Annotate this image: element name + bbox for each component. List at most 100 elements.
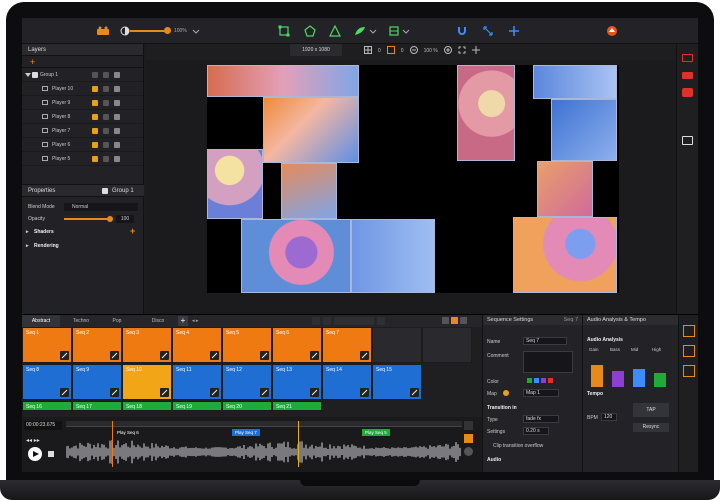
fullscreen-icon[interactable] — [458, 46, 466, 56]
chevron-down-icon[interactable] — [192, 24, 200, 38]
settings-input[interactable]: 0.20 s — [523, 427, 549, 435]
loop-controls[interactable]: ◂◂ ▸▸ — [26, 437, 40, 444]
edit-icon[interactable] — [310, 351, 319, 360]
audio-waveform[interactable] — [66, 439, 462, 465]
lock-icon[interactable] — [103, 86, 109, 92]
eye-icon[interactable] — [114, 100, 120, 106]
grid-large-icon[interactable] — [460, 317, 467, 324]
zoom-timeline-icon[interactable] — [464, 447, 473, 456]
tab-scroll-arrows[interactable]: ◂ ▸ — [192, 318, 198, 324]
projection-tile[interactable] — [241, 219, 351, 293]
tempo-section[interactable]: Tempo — [587, 391, 603, 397]
layer-row[interactable]: Player 8 — [22, 110, 143, 124]
media-icon[interactable] — [92, 156, 98, 162]
rendering-row[interactable]: ▸ Rendering — [22, 239, 144, 253]
play-button[interactable] — [28, 447, 42, 461]
eye-icon[interactable] — [114, 128, 120, 134]
add-icon[interactable] — [508, 24, 520, 38]
name-input[interactable]: Seq 7 — [523, 337, 567, 345]
marker-tool-icon[interactable] — [464, 434, 473, 443]
sequence-clip[interactable]: Seq 20 — [222, 401, 272, 411]
eye-icon[interactable] — [114, 86, 120, 92]
sequence-clip[interactable]: Seq 14 — [322, 364, 372, 400]
sequence-clip[interactable]: Seq 7 — [322, 327, 372, 363]
projection-tile[interactable] — [207, 149, 263, 219]
lock-icon[interactable] — [103, 128, 109, 134]
sequence-clip[interactable]: Seq 1 — [22, 327, 72, 363]
prev-icon[interactable] — [312, 317, 320, 325]
timeline-view-icon[interactable] — [683, 345, 695, 357]
sequence-clip[interactable]: Seq 21 — [272, 401, 322, 411]
mask-tool-icon[interactable] — [353, 24, 367, 38]
expand-icon[interactable] — [482, 24, 494, 38]
clip-overflow-label[interactable]: Clip transition overflow — [493, 443, 543, 449]
projection-tile[interactable] — [263, 97, 359, 163]
empty-slot[interactable] — [422, 327, 472, 363]
sequence-clip[interactable]: Seq 6 — [272, 327, 322, 363]
media-icon[interactable] — [92, 128, 98, 134]
transform-tool-icon[interactable] — [388, 24, 400, 38]
lock-icon[interactable] — [103, 114, 109, 120]
camera-icon[interactable] — [682, 88, 693, 97]
map-select[interactable]: Map 1 — [523, 389, 559, 397]
layer-row[interactable]: Player 9 — [22, 96, 143, 110]
zoom-in-icon[interactable] — [443, 46, 452, 56]
bpm-input[interactable]: 120 — [601, 413, 617, 421]
sequence-clip[interactable]: Seq 16 — [22, 401, 72, 411]
eye-icon[interactable] — [114, 114, 120, 120]
lock-icon[interactable] — [103, 142, 109, 148]
chevron-down-icon[interactable] — [402, 24, 410, 38]
edit-icon[interactable] — [410, 388, 419, 397]
sequence-clip[interactable]: Seq 2 — [72, 327, 122, 363]
sequence-clip[interactable]: Seq 10 — [122, 364, 172, 400]
media-icon[interactable] — [92, 114, 98, 120]
settings-icon[interactable] — [377, 317, 385, 325]
fit-icon[interactable] — [386, 46, 395, 56]
link-icon[interactable] — [103, 72, 109, 78]
lock-icon[interactable] — [103, 156, 109, 162]
resync-button[interactable]: Resync — [633, 423, 669, 432]
projector-icon[interactable] — [682, 72, 693, 79]
sequence-clip[interactable]: Seq 15 — [372, 364, 422, 400]
next-icon[interactable] — [323, 317, 331, 325]
sequence-clip[interactable]: Seq 8 — [22, 364, 72, 400]
projection-tile[interactable] — [207, 65, 359, 97]
empty-slot[interactable] — [372, 327, 422, 363]
lock-icon[interactable] — [92, 72, 98, 78]
rect-tool-icon[interactable] — [278, 24, 290, 38]
media-add-icon[interactable] — [682, 136, 693, 145]
media-icon[interactable] — [92, 142, 98, 148]
projection-tile[interactable] — [513, 217, 617, 293]
triangle-tool-icon[interactable] — [329, 24, 341, 38]
eye-icon[interactable] — [114, 72, 120, 78]
sequence-clip[interactable]: Seq 9 — [72, 364, 122, 400]
edit-icon[interactable] — [260, 388, 269, 397]
blend-mode-select[interactable]: Normal — [64, 203, 138, 211]
stop-button[interactable] — [48, 451, 54, 457]
eye-icon[interactable] — [114, 156, 120, 162]
group-checkbox[interactable] — [32, 72, 38, 78]
grid-small-icon[interactable] — [442, 317, 449, 324]
layer-row[interactable]: Player 7 — [22, 124, 143, 138]
add-shader-icon[interactable]: + — [130, 226, 135, 236]
projection-tile[interactable] — [351, 219, 435, 293]
edit-icon[interactable] — [60, 388, 69, 397]
comment-input[interactable] — [523, 351, 573, 373]
grid-icon[interactable] — [364, 46, 372, 56]
tab-disco[interactable]: Disco — [140, 315, 176, 327]
edit-icon[interactable] — [160, 388, 169, 397]
projection-tile[interactable] — [533, 65, 617, 99]
snap-magnet-icon[interactable] — [456, 24, 468, 38]
sequence-clip[interactable]: Seq 12 — [222, 364, 272, 400]
edit-icon[interactable] — [210, 351, 219, 360]
projection-canvas[interactable] — [207, 65, 619, 293]
move-icon[interactable] — [471, 46, 480, 56]
projection-tile[interactable] — [551, 99, 617, 161]
marker-play-seq-5[interactable]: Play Seq 5 — [362, 429, 390, 436]
edit-icon[interactable] — [310, 388, 319, 397]
edit-icon[interactable] — [60, 351, 69, 360]
properties-target-checkbox[interactable] — [102, 188, 108, 194]
layer-row[interactable]: Player 10 — [22, 82, 143, 96]
audio-view-icon[interactable] — [683, 365, 695, 377]
edit-icon[interactable] — [160, 351, 169, 360]
